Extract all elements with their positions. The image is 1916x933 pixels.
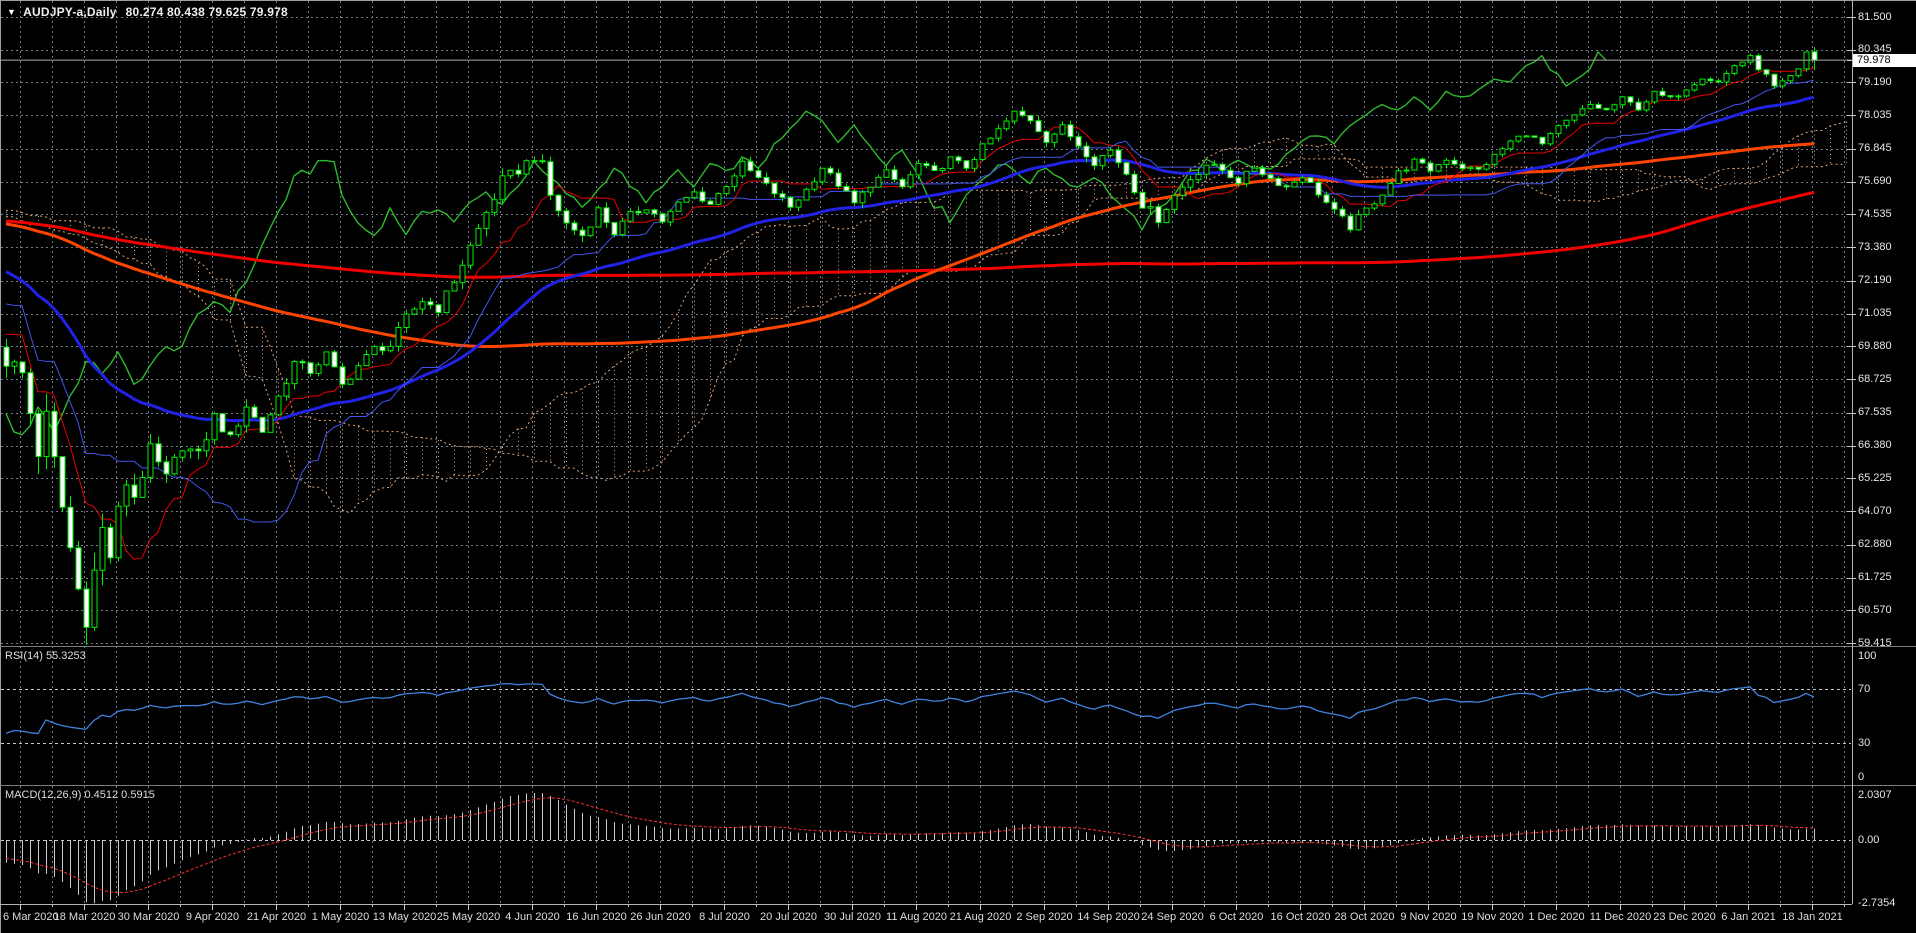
rsi-tick-label: 30	[1858, 737, 1871, 749]
rsi-tick-label: 100	[1858, 650, 1877, 662]
time-tick-label: 9 Apr 2020	[185, 911, 240, 923]
time-tick-label: 26 Jun 2020	[630, 911, 691, 923]
price-tick-label: 74.535	[1858, 207, 1892, 220]
ohlc-readout: 80.274 80.438 79.625 79.978	[125, 5, 288, 19]
price-tick-label: 72.190	[1858, 274, 1892, 287]
price-tick-label: 81.500	[1858, 10, 1892, 23]
time-tick-label: 18 Mar 2020	[53, 911, 116, 923]
price-tick-label: 59.415	[1858, 636, 1892, 649]
time-tick-label: 19 Nov 2020	[1461, 911, 1524, 923]
time-tick-label: 8 Jul 2020	[699, 911, 750, 923]
time-tick-label: 16 Oct 2020	[1270, 911, 1331, 923]
time-tick-label: 25 May 2020	[436, 911, 501, 923]
rsi-indicator-label: RSI(14) 55.3253	[5, 650, 86, 662]
macd-tick-label: -2.7354	[1858, 897, 1896, 910]
price-tick-label: 64.070	[1858, 504, 1892, 517]
price-tick-label: 66.380	[1858, 439, 1892, 452]
price-tick-label: 69.880	[1858, 339, 1892, 352]
time-tick-label: 21 Aug 2020	[949, 911, 1012, 923]
time-tick-label: 21 Apr 2020	[246, 911, 307, 923]
price-tick-label: 79.190	[1858, 75, 1892, 88]
time-tick-label: 1 May 2020	[311, 911, 370, 923]
time-tick-label: 24 Sep 2020	[1141, 911, 1204, 923]
price-tick-label: 73.380	[1858, 240, 1892, 253]
rsi-tick-label: 0	[1858, 771, 1865, 783]
price-tick-label: 68.725	[1858, 372, 1892, 385]
price-tick-label: 67.535	[1858, 406, 1892, 419]
macd-tick-label: 0.00	[1858, 834, 1880, 846]
time-tick-label: 4 Jun 2020	[505, 911, 560, 923]
time-tick-label: 14 Sep 2020	[1077, 911, 1140, 923]
time-tick-label: 23 Dec 2020	[1653, 911, 1716, 923]
time-tick-label: 9 Nov 2020	[1400, 911, 1457, 923]
time-tick-label: 13 May 2020	[372, 911, 437, 923]
price-tick-label: 78.035	[1858, 108, 1892, 121]
price-tick-label: 76.845	[1858, 142, 1892, 155]
time-tick-label: 18 Jan 2021	[1782, 911, 1843, 923]
price-tick-label: 65.225	[1858, 471, 1892, 484]
chart-plot-area[interactable]	[0, 0, 1916, 933]
time-tick-label: 2 Sep 2020	[1016, 911, 1073, 923]
time-tick-label: 6 Jan 2021	[1721, 911, 1776, 923]
trading-chart-window: ▼ AUDJPY-a,Daily 80.274 80.438 79.625 79…	[0, 0, 1916, 933]
symbol-period-title: AUDJPY-a,Daily	[23, 5, 117, 19]
time-tick-label: 30 Jul 2020	[824, 911, 881, 923]
price-tick-label: 60.570	[1858, 603, 1892, 616]
macd-tick-label: 2.0307	[1858, 789, 1892, 801]
rsi-tick-label: 70	[1858, 683, 1871, 695]
time-tick-label: 20 Jul 2020	[760, 911, 817, 923]
current-price-tag: 79.978	[1853, 53, 1916, 67]
time-tick-label: 1 Dec 2020	[1528, 911, 1585, 923]
price-tick-label: 75.690	[1858, 175, 1892, 188]
time-tick-label: 6 Oct 2020	[1209, 911, 1264, 923]
price-tick-label: 61.725	[1858, 571, 1892, 584]
time-tick-label: 11 Dec 2020	[1589, 911, 1652, 923]
time-tick-label: 11 Aug 2020	[886, 911, 947, 923]
time-tick-label: 6 Mar 2020	[3, 911, 59, 923]
macd-indicator-label: MACD(12,26,9) 0.4512 0.5915	[5, 789, 155, 801]
time-tick-label: 30 Mar 2020	[117, 911, 180, 923]
time-tick-label: 16 Jun 2020	[566, 911, 627, 923]
price-tick-label: 71.035	[1858, 307, 1892, 320]
symbol-dropdown-icon[interactable]: ▼	[7, 6, 16, 18]
chart-title-bar: ▼ AUDJPY-a,Daily 80.274 80.438 79.625 79…	[7, 5, 288, 19]
price-tick-label: 62.880	[1858, 538, 1892, 551]
time-tick-label: 28 Oct 2020	[1334, 911, 1395, 923]
